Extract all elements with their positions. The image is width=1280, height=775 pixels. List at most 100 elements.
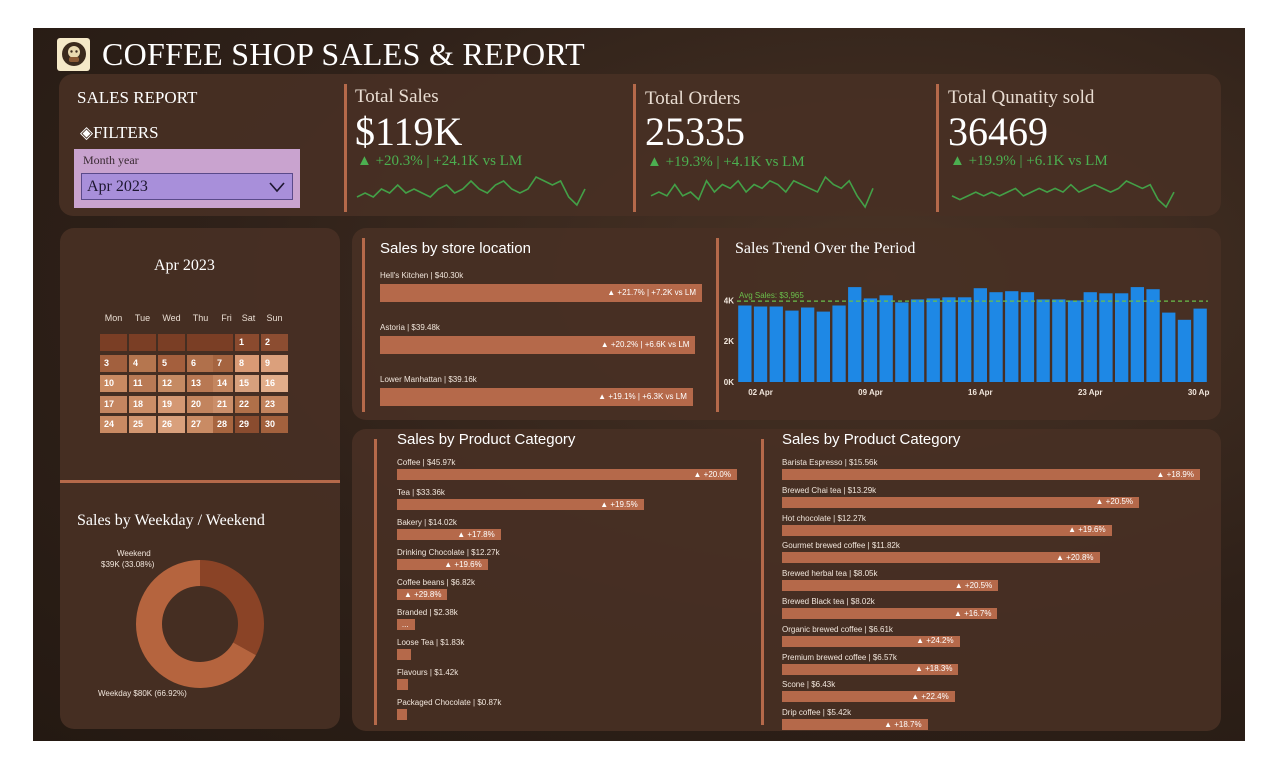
divider bbox=[362, 238, 365, 412]
calendar-day-cell[interactable]: 30 bbox=[261, 416, 288, 433]
calendar-day-cell[interactable]: 13 bbox=[187, 375, 214, 392]
bar-label: Gourmet brewed coffee | $11.82k bbox=[782, 541, 900, 551]
trend-bar[interactable] bbox=[801, 307, 815, 383]
calendar-day-cell[interactable]: 24 bbox=[100, 416, 127, 433]
bar-delta: ▲ +19.6% bbox=[444, 559, 482, 569]
bar[interactable] bbox=[782, 552, 1100, 564]
x-tick-label: 16 Apr bbox=[968, 388, 993, 397]
trend-bar[interactable] bbox=[1052, 299, 1066, 382]
trend-bar[interactable] bbox=[832, 305, 846, 383]
bar[interactable] bbox=[397, 649, 411, 660]
trend-bar[interactable] bbox=[958, 297, 972, 382]
bar[interactable] bbox=[397, 709, 407, 720]
trend-bar[interactable] bbox=[1020, 292, 1035, 382]
calendar-day-cell[interactable]: 28 bbox=[213, 416, 233, 433]
title-bar: COFFEE SHOP SALES & REPORT bbox=[57, 34, 585, 74]
trend-bar[interactable] bbox=[1067, 300, 1082, 382]
bar-delta: ▲ +22.4% bbox=[911, 691, 949, 701]
calendar-day-cell[interactable]: 11 bbox=[129, 375, 156, 392]
sparkline-path bbox=[356, 175, 586, 207]
calendar-day-cell[interactable] bbox=[100, 334, 127, 351]
calendar-day-cell[interactable]: 12 bbox=[158, 375, 185, 392]
bar[interactable] bbox=[782, 496, 1140, 508]
filters-label: ◈FILTERS bbox=[80, 123, 159, 142]
calendar-day-cell[interactable]: 21 bbox=[213, 395, 233, 413]
calendar-day-cell[interactable]: 20 bbox=[187, 395, 214, 413]
trend-bar[interactable] bbox=[1036, 299, 1050, 382]
trend-bar[interactable] bbox=[1115, 293, 1129, 382]
trend-bar[interactable] bbox=[785, 310, 799, 382]
calendar-day-cell[interactable]: 18 bbox=[129, 395, 156, 413]
trend-bar[interactable] bbox=[973, 288, 987, 382]
month-year-dropdown[interactable]: Apr 2023 bbox=[81, 173, 293, 200]
trend-bar[interactable] bbox=[989, 292, 1003, 382]
trend-bar[interactable] bbox=[1083, 292, 1097, 382]
bar-label: Hell's Kitchen | $40.30k bbox=[380, 271, 464, 280]
calendar-day-cell[interactable]: 10 bbox=[100, 375, 127, 392]
calendar-day-cell[interactable] bbox=[129, 334, 156, 351]
trend-bar[interactable] bbox=[769, 306, 783, 383]
trend-bar[interactable] bbox=[816, 311, 830, 382]
trend-bar[interactable] bbox=[879, 295, 893, 382]
calendar-day-cell[interactable]: 7 bbox=[213, 354, 233, 372]
calendar-day-cell[interactable]: 1 bbox=[235, 334, 259, 351]
calendar-day-cell[interactable]: 17 bbox=[100, 395, 127, 413]
bar[interactable] bbox=[782, 469, 1200, 480]
average-label: Avg Sales: $3,965 bbox=[739, 291, 804, 300]
calendar-day-cell[interactable]: 23 bbox=[261, 395, 288, 413]
trend-bar[interactable] bbox=[1005, 291, 1019, 382]
y-tick-label: $4K bbox=[724, 296, 734, 305]
calendar-day-cell[interactable]: 9 bbox=[261, 354, 288, 372]
calendar-day-cell[interactable] bbox=[187, 334, 214, 351]
kpi-total-orders-label: Total Orders bbox=[645, 88, 741, 109]
calendar-day-cell[interactable]: 26 bbox=[158, 416, 185, 433]
calendar-day-cell[interactable]: 16 bbox=[261, 375, 288, 392]
weekend-label: Weekend bbox=[117, 549, 151, 558]
trend-bar[interactable] bbox=[1193, 308, 1207, 382]
trend-bar[interactable] bbox=[895, 302, 909, 382]
slicer-selected-value: Apr 2023 bbox=[87, 177, 148, 195]
weekday-weekend-donut bbox=[136, 560, 264, 688]
trend-bar[interactable] bbox=[926, 298, 940, 382]
divider bbox=[344, 84, 347, 212]
calendar-day-cell[interactable]: 25 bbox=[129, 416, 156, 433]
trend-bar[interactable] bbox=[1162, 312, 1176, 382]
bar-delta: ▲ +19.1% | +6.3K vs LM bbox=[598, 392, 687, 401]
y-tick-label: $2K bbox=[724, 337, 734, 346]
calendar-day-cell[interactable]: 15 bbox=[235, 375, 259, 392]
divider bbox=[374, 439, 377, 725]
calendar-day-cell[interactable]: 4 bbox=[129, 354, 156, 372]
calendar-day-cell[interactable] bbox=[158, 334, 185, 351]
calendar-day-cell[interactable]: 6 bbox=[187, 354, 214, 372]
bar-delta: ▲ +20.0% bbox=[693, 469, 732, 479]
calendar-weekday: Wed bbox=[162, 313, 181, 323]
calendar-day-cell[interactable]: 3 bbox=[100, 354, 127, 372]
trend-bar[interactable] bbox=[910, 299, 925, 382]
calendar-day-cell[interactable]: 14 bbox=[213, 375, 233, 392]
calendar-day-cell[interactable]: 8 bbox=[235, 354, 259, 372]
x-tick-label: 30 Apr bbox=[1188, 388, 1210, 397]
bar-delta: ▲ +20.5% bbox=[1095, 497, 1134, 507]
trend-bar[interactable] bbox=[1099, 293, 1113, 382]
divider bbox=[60, 480, 340, 483]
bar[interactable] bbox=[397, 469, 737, 480]
sales-trend-title: Sales Trend Over the Period bbox=[735, 240, 916, 257]
trend-bar[interactable] bbox=[1146, 289, 1160, 382]
bar[interactable] bbox=[782, 524, 1112, 536]
kpi-total-sales-value: $119K bbox=[355, 109, 463, 154]
trend-bar[interactable] bbox=[863, 298, 878, 382]
trend-bar[interactable] bbox=[738, 305, 752, 383]
calendar-day-cell[interactable]: 2 bbox=[261, 334, 288, 351]
weekend-slice[interactable] bbox=[200, 560, 264, 656]
calendar-day-cell[interactable]: 29 bbox=[235, 416, 259, 433]
calendar-day-cell[interactable]: 19 bbox=[158, 395, 185, 413]
calendar-day-cell[interactable]: 27 bbox=[187, 416, 214, 433]
calendar-day-cell[interactable]: 5 bbox=[158, 354, 185, 372]
trend-bar[interactable] bbox=[942, 297, 956, 382]
calendar-day-cell[interactable] bbox=[213, 334, 233, 351]
trend-bar[interactable] bbox=[753, 306, 768, 383]
calendar-day-cell[interactable]: 22 bbox=[235, 395, 259, 413]
kpi-total-sales-label: Total Sales bbox=[355, 86, 439, 107]
bar[interactable] bbox=[397, 679, 408, 690]
trend-bar[interactable] bbox=[1177, 319, 1192, 382]
